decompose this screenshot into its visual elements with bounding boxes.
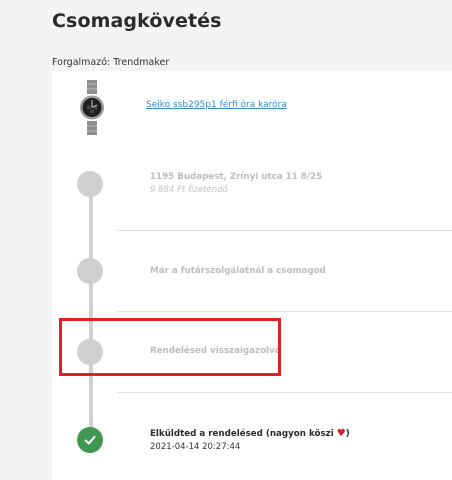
- step-pending-icon: [77, 258, 103, 284]
- step-order-sent-suffix: ): [345, 429, 350, 439]
- divider: [117, 392, 452, 393]
- step-order-sent: Elküldted a rendelésed (nagyon köszi ♥): [150, 428, 350, 439]
- step-address: 1195 Budapest, Zrínyi utca 11 8/25: [150, 172, 323, 182]
- checkmark-icon: [84, 435, 96, 445]
- step-courier: Már a futárszolgálatnál a csomagod: [150, 266, 326, 276]
- step-order-sent-label: Elküldted a rendelésed (nagyon köszi: [150, 429, 334, 439]
- page-title: Csomagkövetés: [52, 10, 222, 32]
- wristwatch-image: [80, 80, 104, 135]
- seller-label: Forgalmazó: Trendmaker: [52, 57, 170, 68]
- product-link[interactable]: Seiko ssb295p1 férfi óra karóra: [146, 100, 287, 110]
- divider: [117, 230, 452, 231]
- step-amount-due: 9 884 Ft fizetendő: [150, 185, 228, 195]
- heart-icon: ♥: [336, 428, 346, 439]
- step-done-icon: [77, 427, 103, 453]
- highlight-box: [59, 318, 281, 376]
- step-order-date: 2021-04-14 20:27:44: [150, 442, 241, 452]
- divider: [117, 311, 452, 312]
- step-pending-icon: [77, 171, 103, 197]
- timeline-line: [89, 184, 93, 440]
